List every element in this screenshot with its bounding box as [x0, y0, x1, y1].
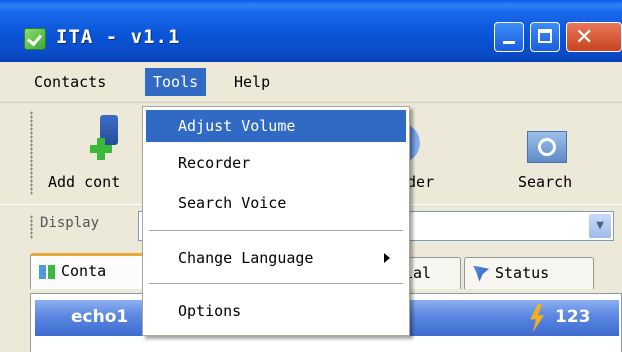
menu-bar: Contacts Tools Help [0, 62, 622, 103]
add-contact-button[interactable]: Add cont [48, 173, 120, 191]
close-icon: ✕ [575, 25, 594, 50]
tools-menu: Adjust Volume Recorder Search Voice Chan… [142, 106, 410, 336]
add-contact-icon[interactable] [90, 115, 124, 161]
menu-item-adjust-volume[interactable]: Adjust Volume [146, 110, 406, 142]
menu-item-change-language-label: Change Language [178, 249, 314, 267]
search-icon[interactable] [527, 131, 567, 163]
status-flag-icon [473, 265, 489, 282]
contacts-icon [39, 264, 55, 279]
maximize-button[interactable] [530, 22, 560, 52]
display-grip[interactable] [30, 215, 33, 239]
menu-help[interactable]: Help [226, 68, 278, 96]
close-button[interactable]: ✕ [566, 22, 622, 52]
lightning-icon [530, 304, 544, 332]
contact-count: 123 [555, 307, 591, 327]
menu-item-options[interactable]: Options [146, 295, 406, 327]
toolbar-grip[interactable] [30, 111, 33, 195]
menu-tools[interactable]: Tools [145, 68, 207, 96]
tab-contacts-label: Conta [61, 262, 107, 280]
chevron-down-icon[interactable]: ▼ [589, 214, 611, 238]
minimize-icon [503, 41, 515, 44]
window-title: ITA - v1.1 [56, 26, 181, 48]
menu-item-search-voice[interactable]: Search Voice [146, 187, 406, 219]
app-icon [24, 28, 46, 50]
submenu-arrow-icon [384, 253, 390, 263]
tab-contacts[interactable]: Conta [30, 253, 154, 289]
contact-name: echo1 [71, 307, 129, 327]
display-label: Display [40, 215, 100, 231]
menu-separator [149, 283, 403, 284]
menu-contacts[interactable]: Contacts [26, 68, 114, 96]
title-bar[interactable]: ITA - v1.1 ✕ [0, 0, 622, 62]
minimize-button[interactable] [494, 22, 524, 52]
tab-status[interactable]: Status [464, 257, 594, 289]
menu-item-change-language[interactable]: Change Language [146, 242, 406, 274]
search-button[interactable]: Search [518, 173, 572, 191]
maximize-icon [538, 29, 552, 43]
menu-separator [149, 230, 403, 231]
tab-status-label: Status [495, 264, 550, 282]
menu-item-recorder[interactable]: Recorder [146, 147, 406, 179]
